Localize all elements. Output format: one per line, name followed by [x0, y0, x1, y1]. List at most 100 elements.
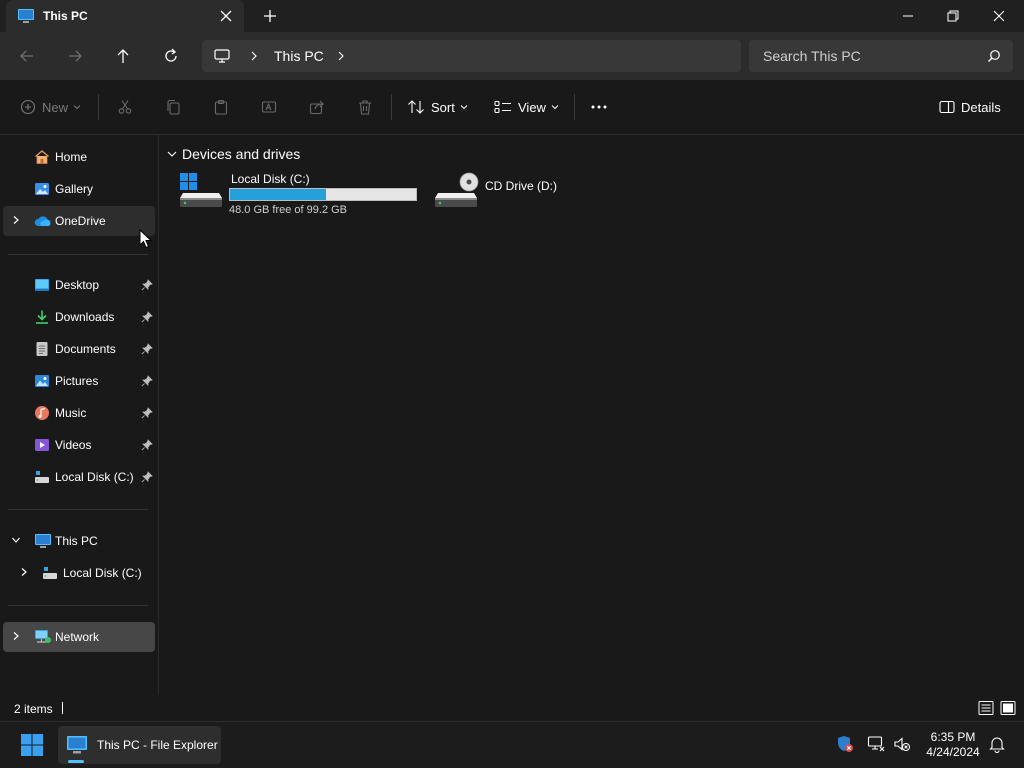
start-button[interactable] [20, 733, 44, 757]
view-button[interactable]: View [494, 95, 559, 119]
share-button[interactable] [309, 95, 325, 119]
restore-button[interactable] [930, 0, 976, 32]
copy-icon [167, 99, 180, 115]
view-label: View [518, 99, 546, 115]
paste-button[interactable] [213, 95, 229, 119]
sort-button[interactable]: Sort [407, 95, 468, 119]
taskbar-app-file-explorer[interactable]: This PC - File Explorer [58, 726, 221, 764]
share-icon [309, 100, 324, 115]
navigation-pane: Home Gallery OneDrive Desktop Downloads [0, 135, 159, 695]
up-button[interactable] [111, 44, 135, 68]
sidebar-item-label: Desktop [55, 278, 100, 292]
notification-bell-icon[interactable] [988, 735, 1006, 753]
pin-icon[interactable] [141, 439, 153, 451]
pin-icon[interactable] [141, 407, 153, 419]
close-tab-icon[interactable] [217, 7, 235, 25]
view-icon [494, 100, 511, 114]
sidebar-item-label: Network [55, 630, 100, 644]
copy-button[interactable] [165, 95, 181, 119]
sidebar-item-gallery[interactable]: Gallery [3, 174, 155, 204]
close-icon [993, 10, 1005, 22]
rename-button[interactable] [261, 95, 277, 119]
search-icon[interactable] [987, 49, 1001, 63]
refresh-icon [165, 48, 177, 62]
home-icon [34, 149, 50, 165]
details-label: Details [961, 99, 1001, 115]
sidebar-item-downloads[interactable]: Downloads [3, 302, 155, 332]
sidebar-item-label: Videos [55, 438, 92, 452]
sidebar-item-pictures[interactable]: Pictures [3, 366, 155, 396]
network-disconnected-icon[interactable] [867, 735, 885, 753]
chevron-down-icon [167, 151, 177, 157]
drive-tile-cd-drive-d[interactable]: CD Drive (D:) [433, 171, 573, 219]
rename-icon [261, 101, 277, 113]
address-bar[interactable]: This PC [202, 40, 741, 72]
chevron-right-icon[interactable] [335, 50, 347, 62]
sidebar-item-label: OneDrive [55, 214, 106, 228]
arrow-left-icon [20, 50, 33, 62]
search-input[interactable] [749, 40, 979, 72]
pin-icon[interactable] [141, 471, 153, 483]
sidebar-item-network[interactable]: Network [3, 622, 155, 652]
sidebar-item-videos[interactable]: Videos [3, 430, 155, 460]
sidebar-item-music[interactable]: Music [3, 398, 155, 428]
new-button[interactable]: New [20, 95, 81, 119]
details-view-button[interactable] [978, 700, 994, 716]
cut-button[interactable] [117, 95, 133, 119]
sidebar-item-desktop[interactable]: Desktop [3, 270, 155, 300]
paste-icon [214, 99, 228, 115]
sidebar-item-local-disk-pinned[interactable]: Local Disk (C:) [3, 462, 155, 492]
forward-button[interactable] [63, 44, 87, 68]
pin-icon[interactable] [141, 311, 153, 323]
search-box[interactable] [749, 40, 1013, 72]
details-pane-button[interactable]: Details [939, 95, 1001, 119]
chevron-down-icon[interactable] [11, 535, 21, 545]
sidebar-item-home[interactable]: Home [3, 142, 155, 172]
tab-this-pc[interactable]: This PC [6, 0, 244, 32]
pin-icon[interactable] [141, 375, 153, 387]
mouse-cursor-icon [139, 229, 153, 249]
sidebar-item-label: This PC [55, 534, 98, 548]
sidebar-item-onedrive[interactable]: OneDrive [3, 206, 155, 236]
drive-tile-local-disk-c[interactable]: Local Disk (C:) 48.0 GB free of 99.2 GB [178, 171, 422, 219]
add-icon [20, 99, 36, 115]
refresh-button[interactable] [159, 44, 183, 68]
status-divider [62, 702, 63, 714]
pin-icon[interactable] [141, 279, 153, 291]
chevron-right-icon[interactable] [248, 50, 260, 62]
breadcrumb-this-pc[interactable]: This PC [274, 48, 324, 64]
new-tab-button[interactable] [260, 6, 280, 26]
group-title: Devices and drives [182, 146, 301, 162]
active-indicator [68, 760, 84, 763]
back-button[interactable] [15, 44, 39, 68]
sidebar-item-this-pc[interactable]: This PC [3, 526, 155, 556]
separator [8, 509, 148, 510]
separator [98, 94, 99, 120]
new-label: New [42, 99, 69, 115]
pin-icon[interactable] [141, 343, 153, 355]
chevron-right-icon[interactable] [11, 215, 21, 225]
documents-icon [34, 341, 50, 357]
drive-icon [42, 565, 58, 581]
monitor-icon[interactable] [214, 48, 230, 64]
chevron-right-icon[interactable] [11, 631, 21, 641]
tab-title: This PC [43, 9, 88, 23]
title-bar: This PC [0, 0, 1024, 32]
minimize-icon [903, 15, 913, 17]
see-more-button[interactable] [590, 95, 608, 119]
minimize-button[interactable] [885, 0, 931, 32]
tiles-view-button[interactable] [1000, 700, 1016, 716]
chevron-right-icon[interactable] [19, 567, 29, 577]
desktop-icon [34, 277, 50, 293]
close-window-button[interactable] [976, 0, 1022, 32]
group-header-devices[interactable]: Devices and drives [166, 146, 300, 162]
security-warning-icon[interactable] [836, 735, 854, 753]
delete-button[interactable] [357, 95, 373, 119]
this-pc-icon [66, 735, 88, 755]
status-bar: 2 items [0, 695, 1024, 721]
sidebar-item-documents[interactable]: Documents [3, 334, 155, 364]
system-clock[interactable]: 6:35 PM 4/24/2024 [918, 730, 988, 760]
sidebar-item-local-disk[interactable]: Local Disk (C:) [3, 558, 155, 588]
pictures-icon [34, 373, 50, 389]
volume-muted-icon[interactable] [893, 735, 911, 753]
